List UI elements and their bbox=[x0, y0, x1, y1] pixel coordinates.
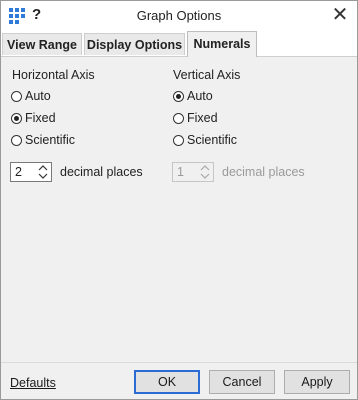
graph-options-dialog: ? Graph Options ✕ View Range Display Opt… bbox=[0, 0, 358, 400]
radio-button[interactable] bbox=[11, 90, 22, 102]
radio-label: Auto bbox=[25, 89, 51, 103]
vertical-scientific-radio[interactable]: Scientific bbox=[173, 131, 237, 149]
radio-label: Scientific bbox=[187, 133, 238, 147]
radio-button[interactable] bbox=[173, 112, 184, 124]
dialog-title: Graph Options bbox=[136, 8, 222, 23]
horizontal-fixed-radio[interactable]: Fixed bbox=[11, 109, 56, 127]
spin-arrows bbox=[199, 163, 211, 181]
chevron-up-icon bbox=[38, 165, 48, 171]
horizontal-auto-radio[interactable]: Auto bbox=[11, 87, 51, 105]
radio-button[interactable] bbox=[11, 134, 22, 146]
radio-button[interactable] bbox=[173, 134, 184, 146]
vertical-axis-label: Vertical Axis bbox=[173, 68, 241, 82]
vertical-fixed-radio[interactable]: Fixed bbox=[173, 109, 218, 127]
vertical-decimal-stepper: 1 bbox=[172, 162, 214, 182]
tab-strip: View Range Display Options Numerals bbox=[1, 31, 357, 57]
chevron-up-icon bbox=[200, 165, 210, 171]
spin-arrows[interactable] bbox=[37, 163, 49, 181]
radio-label: Auto bbox=[187, 89, 213, 103]
horizontal-axis-label: Horizontal Axis bbox=[12, 68, 95, 82]
radio-label: Fixed bbox=[187, 111, 218, 125]
defaults-link[interactable]: Defaults bbox=[10, 376, 56, 390]
horizontal-decimal-value[interactable]: 2 bbox=[15, 165, 22, 179]
tab-numerals[interactable]: Numerals bbox=[187, 31, 257, 57]
horizontal-scientific-radio[interactable]: Scientific bbox=[11, 131, 75, 149]
radio-label: Fixed bbox=[25, 111, 56, 125]
vertical-decimal-caption: decimal places bbox=[222, 165, 305, 179]
close-button[interactable]: ✕ bbox=[329, 4, 351, 26]
vertical-decimal-value: 1 bbox=[177, 165, 184, 179]
footer-divider bbox=[1, 362, 357, 363]
horizontal-decimal-stepper[interactable]: 2 bbox=[10, 162, 52, 182]
chevron-down-icon bbox=[200, 173, 210, 179]
vertical-auto-radio[interactable]: Auto bbox=[173, 87, 213, 105]
radio-label: Scientific bbox=[25, 133, 76, 147]
radio-button[interactable] bbox=[11, 112, 22, 124]
ok-button[interactable]: OK bbox=[134, 370, 200, 394]
tab-display-options[interactable]: Display Options bbox=[84, 33, 185, 55]
horizontal-decimal-caption: decimal places bbox=[60, 165, 143, 179]
radio-button[interactable] bbox=[173, 90, 184, 102]
apply-button[interactable]: Apply bbox=[284, 370, 350, 394]
tab-view-range[interactable]: View Range bbox=[2, 33, 82, 55]
chevron-down-icon bbox=[38, 173, 48, 179]
cancel-button[interactable]: Cancel bbox=[209, 370, 275, 394]
title-bar: ? Graph Options ✕ bbox=[1, 1, 357, 31]
